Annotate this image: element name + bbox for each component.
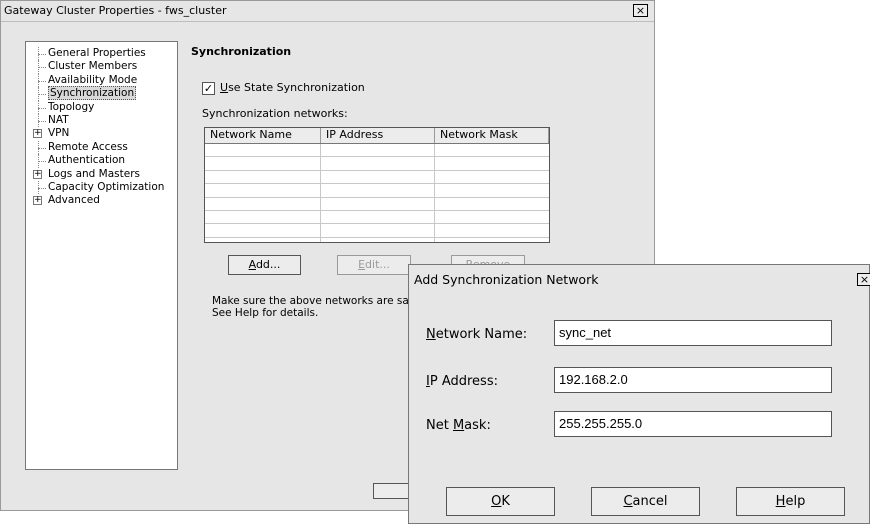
tree-item[interactable]: Synchronization xyxy=(30,86,177,101)
tree-item[interactable]: + VPN xyxy=(30,127,177,140)
window-titlebar: Gateway Cluster Properties - fws_cluster… xyxy=(1,1,654,22)
ok-button[interactable] xyxy=(373,483,413,499)
tree-item[interactable]: Topology xyxy=(30,100,177,115)
ip-address-input[interactable]: 192.168.2.0 xyxy=(554,367,832,393)
window-close-icon[interactable]: × xyxy=(633,4,648,17)
use-state-sync-label[interactable]: Use State Synchronization xyxy=(220,81,365,94)
tree-item-label: Authentication xyxy=(48,154,126,167)
sync-note: Make sure the above networks are safe. S… xyxy=(212,295,422,319)
expand-plus-icon[interactable]: + xyxy=(33,129,42,139)
table-row[interactable] xyxy=(205,144,549,158)
table-body xyxy=(205,144,549,242)
tree-item-label: Synchronization xyxy=(48,86,137,101)
use-state-sync-checkbox[interactable]: ✓ xyxy=(202,82,215,95)
tree-item-label: Cluster Members xyxy=(48,60,138,73)
tree-item-label: Logs and Masters xyxy=(48,167,140,180)
tree-item[interactable]: Cluster Members xyxy=(30,60,177,75)
tree-item[interactable]: General Properties xyxy=(30,47,177,61)
add-button[interactable]: Add... xyxy=(228,255,301,275)
table-row[interactable] xyxy=(205,184,549,198)
dialog-ok-button[interactable]: OK xyxy=(446,487,555,516)
section-title: Synchronization xyxy=(191,45,292,58)
category-tree[interactable]: General Properties Cluster Members Availab… xyxy=(25,41,178,470)
tree-item-label: Availability Mode xyxy=(48,73,138,86)
expand-plus-icon[interactable]: + xyxy=(33,196,42,206)
sync-networks-table[interactable]: Network Name IP Address Network Mask xyxy=(204,127,550,243)
tree-item[interactable]: Capacity Optimization xyxy=(30,180,177,195)
tree-item-label: NAT xyxy=(48,113,69,126)
note-line-2: See Help for details. xyxy=(212,307,319,319)
column-header-network-name[interactable]: Network Name xyxy=(205,128,321,143)
column-header-network-mask[interactable]: Network Mask xyxy=(435,128,549,143)
tree-item-label: VPN xyxy=(48,127,70,140)
table-row[interactable] xyxy=(205,171,549,185)
sync-networks-label: Synchronization networks: xyxy=(202,107,348,120)
dialog-title: Add Synchronization Network xyxy=(414,272,599,287)
tree-item[interactable]: Availability Mode xyxy=(30,73,177,88)
table-row[interactable] xyxy=(205,157,549,171)
add-sync-network-dialog: Add Synchronization Network × Network Na… xyxy=(408,264,870,524)
tree-item[interactable]: NAT xyxy=(30,113,177,128)
table-row[interactable] xyxy=(205,224,549,238)
table-header: Network Name IP Address Network Mask xyxy=(205,128,549,144)
network-name-input[interactable]: sync_net xyxy=(554,320,832,346)
network-name-label: Network Name: xyxy=(426,327,528,342)
table-row[interactable] xyxy=(205,211,549,225)
edit-button[interactable]: Edit... xyxy=(337,255,411,275)
dialog-help-button[interactable]: Help xyxy=(736,487,845,516)
column-header-ip-address[interactable]: IP Address xyxy=(321,128,435,143)
ip-address-label: IP Address: xyxy=(426,374,498,389)
tree-item[interactable]: Authentication xyxy=(30,154,177,168)
tree-item[interactable]: Remote Access xyxy=(30,140,177,155)
note-line-1: Make sure the above networks are safe. xyxy=(212,295,423,307)
tree-item[interactable]: + Advanced xyxy=(30,194,177,207)
window-title: Gateway Cluster Properties - fws_cluster xyxy=(4,4,227,17)
dialog-cancel-button[interactable]: Cancel xyxy=(591,487,700,516)
tree-item-label: Remote Access xyxy=(48,140,128,153)
dialog-close-icon[interactable]: × xyxy=(857,273,870,286)
tree-item[interactable]: + Logs and Masters xyxy=(30,168,177,181)
net-mask-label: Net Mask: xyxy=(426,418,491,433)
tree-item-label: Advanced xyxy=(48,194,100,207)
table-row[interactable] xyxy=(205,238,549,242)
tree-item-label: General Properties xyxy=(48,47,146,59)
expand-plus-icon[interactable]: + xyxy=(33,169,42,179)
tree-item-label: Topology xyxy=(48,100,95,113)
tree-item-label: Capacity Optimization xyxy=(48,180,165,193)
table-row[interactable] xyxy=(205,198,549,211)
net-mask-input[interactable]: 255.255.255.0 xyxy=(554,411,832,437)
